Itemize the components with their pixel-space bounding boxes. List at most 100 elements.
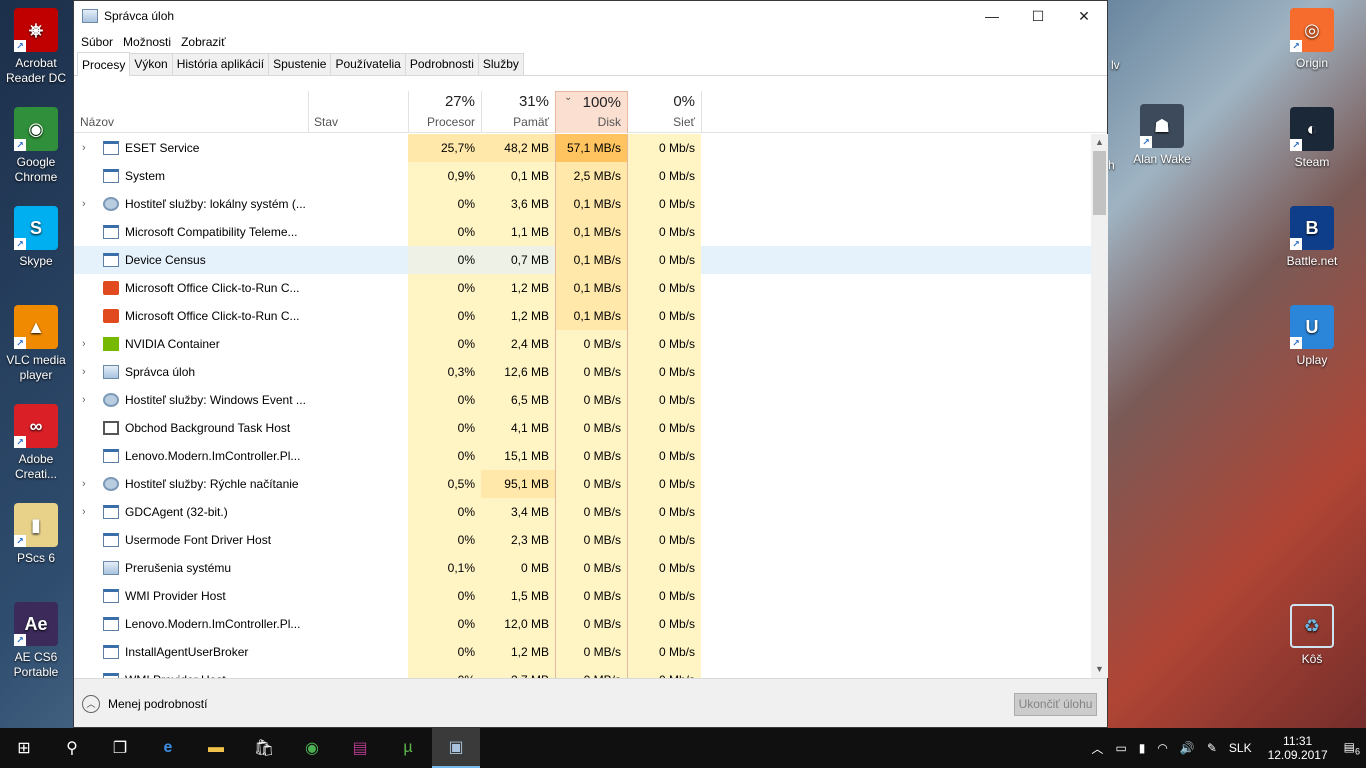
expand-chevron-icon[interactable]	[82, 274, 92, 302]
tab-users[interactable]: Používatelia	[330, 53, 406, 75]
process-row[interactable]: Device Census 0% 0,7 MB 0,1 MB/s 0 Mb/s	[74, 246, 1091, 274]
minimize-button[interactable]: —	[969, 1, 1015, 32]
wifi-icon[interactable]: ◠	[1157, 741, 1167, 755]
expand-chevron-icon[interactable]	[82, 442, 92, 470]
title-bar[interactable]: Správca úloh — ☐ ✕	[74, 1, 1107, 32]
utorrent-icon[interactable]: µ	[384, 728, 432, 768]
process-row[interactable]: Obchod Background Task Host 0% 4,1 MB 0 MB/…	[74, 414, 1091, 442]
chevron-up-tray-icon[interactable]: ︿	[1091, 740, 1103, 757]
maximize-button[interactable]: ☐	[1015, 1, 1061, 32]
column-cpu[interactable]: 27% Procesor	[408, 91, 481, 133]
desktop-icon[interactable]: B ↗ Battle.net	[1276, 206, 1348, 269]
desktop-icon[interactable]: ◉ ↗ Google Chrome	[0, 107, 72, 185]
tab-processes[interactable]: Procesy	[77, 52, 131, 76]
task-manager-taskbar-icon[interactable]: ▣	[432, 728, 480, 768]
expand-chevron-icon[interactable]	[82, 610, 92, 638]
process-row[interactable]: Lenovo.Modern.ImController.Pl... 0% 15,1 M…	[74, 442, 1091, 470]
desktop-icon[interactable]: ⎈ ↗ Acrobat Reader DC	[0, 8, 72, 86]
expand-chevron-icon[interactable]: ›	[82, 190, 92, 218]
notification-center-icon[interactable]: ▤6	[1344, 740, 1360, 756]
tab-startup[interactable]: Spustenie	[268, 53, 332, 75]
desktop-icon-recycle-bin[interactable]: ♻ Kôš	[1276, 604, 1348, 667]
volume-icon[interactable]: 🔊	[1180, 741, 1195, 755]
expand-chevron-icon[interactable]: ›	[82, 134, 92, 162]
device-icon[interactable]: ▭	[1115, 741, 1126, 755]
task-view-icon[interactable]: ❐	[96, 728, 144, 768]
chrome-icon[interactable]: ◉	[288, 728, 336, 768]
search-icon[interactable]: ⚲	[48, 728, 96, 768]
language-indicator[interactable]: SLK	[1229, 741, 1252, 755]
process-row[interactable]: System 0,9% 0,1 MB 2,5 MB/s 0 Mb/s	[74, 162, 1091, 190]
expand-chevron-icon[interactable]	[82, 302, 92, 330]
process-row[interactable]: › NVIDIA Container 0% 2,4 MB 0 MB/s 0 Mb/s	[74, 330, 1091, 358]
file-explorer-icon[interactable]: ▬	[192, 728, 240, 768]
process-row[interactable]: Microsoft Office Click-to-Run C... 0% 1,2 …	[74, 302, 1091, 330]
menu-options[interactable]: Možnosti	[123, 35, 171, 49]
scroll-thumb[interactable]	[1093, 151, 1106, 215]
expand-chevron-icon[interactable]	[82, 526, 92, 554]
edge-icon[interactable]: e	[144, 728, 192, 768]
pen-icon[interactable]: ✎	[1207, 741, 1217, 755]
end-task-button[interactable]: Ukončiť úlohu	[1014, 693, 1097, 716]
desktop-icon[interactable]: ◎ ↗ Origin	[1276, 8, 1348, 71]
column-memory[interactable]: 31% Pamäť	[481, 91, 555, 133]
desktop-icon[interactable]: ∞ ↗ Adobe Creati...	[0, 404, 72, 482]
store-icon[interactable]: 🛍	[240, 728, 288, 768]
column-name[interactable]: Názov	[74, 91, 308, 133]
memory-cell: 0,7 MB	[481, 246, 555, 274]
desktop-icon[interactable]: S ↗ Skype	[0, 206, 72, 269]
expand-chevron-icon[interactable]: ›	[82, 358, 92, 386]
expand-chevron-icon[interactable]	[82, 554, 92, 582]
expand-chevron-icon[interactable]	[82, 218, 92, 246]
expand-chevron-icon[interactable]	[82, 638, 92, 666]
process-row[interactable]: Prerušenia systému 0,1% 0 MB 0 MB/s 0 Mb/s	[74, 554, 1091, 582]
desktop-icon-alan-wake[interactable]: ☗ ↗ Alan Wake	[1126, 104, 1198, 167]
desktop-icon[interactable]: ◐ ↗ Steam	[1276, 107, 1348, 170]
process-row[interactable]: › Správca úloh 0,3% 12,6 MB 0 MB/s 0 Mb/s	[74, 358, 1091, 386]
close-button[interactable]: ✕	[1061, 1, 1107, 32]
fewer-details-button[interactable]: ︿ Menej podrobností	[82, 695, 207, 713]
process-row[interactable]: › GDCAgent (32-bit.) 0% 3,4 MB 0 MB/s 0 Mb/s	[74, 498, 1091, 526]
expand-chevron-icon[interactable]: ›	[82, 498, 92, 526]
process-row[interactable]: Usermode Font Driver Host 0% 2,3 MB 0 MB/s 0…	[74, 526, 1091, 554]
column-network[interactable]: 0% Sieť	[628, 91, 701, 133]
column-status[interactable]: Stav	[308, 91, 408, 133]
column-disk[interactable]: ⌄ 100% Disk	[555, 91, 628, 133]
process-row[interactable]: › Hostiteľ služby: Rýchle načítanie 0,5% 95…	[74, 470, 1091, 498]
expand-chevron-icon[interactable]	[82, 666, 92, 678]
desktop-icon[interactable]: Ae ↗ AE CS6 Portable	[0, 602, 72, 680]
process-row[interactable]: Microsoft Compatibility Teleme... 0% 1,1 M…	[74, 218, 1091, 246]
desktop-icon[interactable]: U ↗ Uplay	[1276, 305, 1348, 368]
clock[interactable]: 11:31 12.09.2017	[1268, 734, 1328, 762]
process-row[interactable]: › Hostiteľ služby: lokálny systém (... 0% 3…	[74, 190, 1091, 218]
process-row[interactable]: Microsoft Office Click-to-Run C... 0% 1,2 …	[74, 274, 1091, 302]
scroll-up-icon[interactable]: ▲	[1091, 134, 1108, 151]
process-row[interactable]: › Hostiteľ služby: Windows Event ... 0% 6,5…	[74, 386, 1091, 414]
winrar-icon[interactable]: ▤	[336, 728, 384, 768]
process-row[interactable]: InstallAgentUserBroker 0% 1,2 MB 0 MB/s 0 Mb…	[74, 638, 1091, 666]
tab-performance[interactable]: Výkon	[129, 53, 173, 75]
windows-start-icon[interactable]: ⊞	[0, 728, 48, 768]
battery-icon[interactable]: ▮	[1139, 741, 1146, 755]
tab-app-history[interactable]: História aplikácií	[171, 53, 270, 75]
expand-chevron-icon[interactable]	[82, 246, 92, 274]
desktop-icon[interactable]: ▮ ↗ PScs 6	[0, 503, 72, 566]
expand-chevron-icon[interactable]	[82, 582, 92, 610]
process-row[interactable]: Lenovo.Modern.ImController.Pl... 0% 12,0 M…	[74, 610, 1091, 638]
expand-chevron-icon[interactable]: ›	[82, 386, 92, 414]
tab-details[interactable]: Podrobnosti	[404, 53, 479, 75]
process-row[interactable]: WMI Provider Host 0% 1,5 MB 0 MB/s 0 Mb/s	[74, 582, 1091, 610]
tab-services[interactable]: Služby	[477, 53, 524, 75]
menu-file[interactable]: Súbor	[81, 35, 113, 49]
expand-chevron-icon[interactable]: ›	[82, 330, 92, 358]
expand-chevron-icon[interactable]	[82, 162, 92, 190]
shortcut-arrow-icon: ↗	[14, 40, 26, 52]
desktop-icon[interactable]: ▲ ↗ VLC media player	[0, 305, 72, 383]
process-row[interactable]: WMI Provider Host 0%2,7 MB0 MB/s0 Mb/s	[74, 666, 1091, 678]
process-row[interactable]: › ESET Service 25,7% 48,2 MB 57,1 MB/s 0 Mb/s	[74, 134, 1091, 162]
scroll-down-icon[interactable]: ▼	[1091, 661, 1108, 678]
menu-view[interactable]: Zobraziť	[181, 35, 226, 49]
vertical-scrollbar[interactable]: ▲ ▼	[1091, 134, 1108, 678]
expand-chevron-icon[interactable]: ›	[82, 470, 92, 498]
expand-chevron-icon[interactable]	[82, 414, 92, 442]
